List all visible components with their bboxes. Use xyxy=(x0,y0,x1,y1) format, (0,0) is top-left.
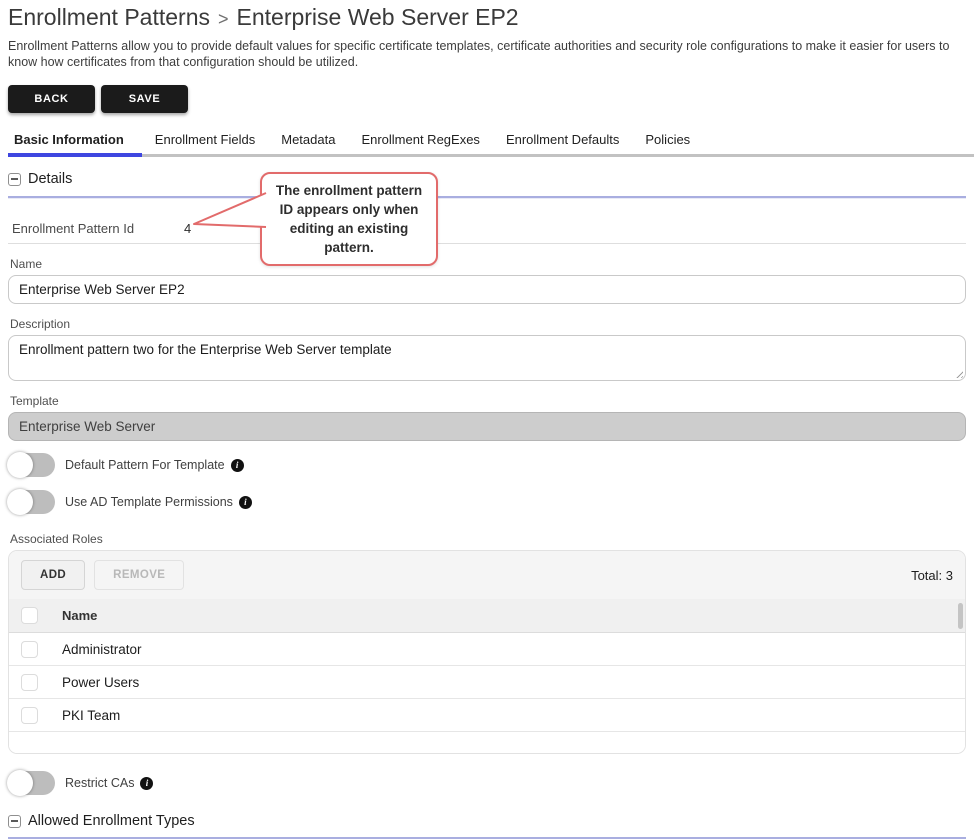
associated-roles-label: Associated Roles xyxy=(8,532,966,546)
default-pattern-toggle-row: Default Pattern For Template i xyxy=(8,452,966,478)
section-divider xyxy=(8,196,966,198)
save-button[interactable]: SAVE xyxy=(101,85,188,113)
tab-enrollment-defaults[interactable]: Enrollment Defaults xyxy=(493,124,632,157)
default-pattern-toggle[interactable] xyxy=(8,453,55,477)
associated-roles-table: ADD REMOVE Total: 3 Name Administrator P… xyxy=(8,550,966,754)
description-field-group: Description Enrollment pattern two for t… xyxy=(8,317,966,381)
role-name: Power Users xyxy=(62,675,139,690)
template-field-label: Template xyxy=(8,394,966,408)
breadcrumb-parent[interactable]: Enrollment Patterns xyxy=(8,4,210,31)
tab-enrollment-regexes[interactable]: Enrollment RegExes xyxy=(348,124,493,157)
tab-enrollment-fields[interactable]: Enrollment Fields xyxy=(142,124,268,157)
details-section: Details Enrollment Pattern Id 4 The enro… xyxy=(8,171,966,244)
details-section-header[interactable]: Details xyxy=(8,171,966,187)
breadcrumb-current: Enterprise Web Server EP2 xyxy=(237,4,519,31)
table-row[interactable]: Administrator xyxy=(9,633,965,666)
toggle-knob xyxy=(7,489,33,515)
back-button[interactable]: BACK xyxy=(8,85,95,113)
row-checkbox[interactable] xyxy=(21,641,38,658)
enrollment-types-section-title: Allowed Enrollment Types xyxy=(28,813,195,829)
collapse-minus-icon[interactable] xyxy=(8,173,21,186)
tab-bar: Basic Information Enrollment Fields Meta… xyxy=(8,125,966,157)
row-checkbox[interactable] xyxy=(21,674,38,691)
table-row[interactable]: PKI Team xyxy=(9,699,965,732)
info-icon[interactable]: i xyxy=(231,459,244,472)
add-role-button[interactable]: ADD xyxy=(21,560,85,590)
role-name: PKI Team xyxy=(62,708,120,723)
ad-permissions-toggle-row: Use AD Template Permissions i xyxy=(8,489,966,515)
info-icon[interactable]: i xyxy=(140,777,153,790)
role-name: Administrator xyxy=(62,642,142,657)
tab-policies[interactable]: Policies xyxy=(632,124,703,157)
tab-basic-information[interactable]: Basic Information xyxy=(8,124,142,157)
enrollment-types-section-header[interactable]: Allowed Enrollment Types xyxy=(8,813,966,829)
pattern-id-label: Enrollment Pattern Id xyxy=(8,221,184,236)
ad-permissions-toggle-label: Use AD Template Permissions i xyxy=(65,495,252,509)
restrict-cas-toggle-row: Restrict CAs i xyxy=(8,770,966,796)
page-title: Enrollment Patterns > Enterprise Web Ser… xyxy=(8,4,966,31)
table-row[interactable]: Power Users xyxy=(9,666,965,699)
breadcrumb-separator-icon: > xyxy=(218,9,229,30)
column-header-name: Name xyxy=(62,608,97,623)
row-checkbox[interactable] xyxy=(21,707,38,724)
page-description: Enrollment Patterns allow you to provide… xyxy=(8,38,966,70)
annotation-callout-pointer-icon xyxy=(186,187,268,235)
name-input[interactable] xyxy=(8,275,966,304)
collapse-minus-icon[interactable] xyxy=(8,815,21,828)
pattern-id-row: Enrollment Pattern Id 4 xyxy=(8,213,966,244)
roles-table-footer xyxy=(9,732,965,753)
tab-metadata[interactable]: Metadata xyxy=(268,124,348,157)
info-icon[interactable]: i xyxy=(239,496,252,509)
roles-toolbar: ADD REMOVE Total: 3 xyxy=(9,551,965,599)
description-textarea[interactable]: Enrollment pattern two for the Enterpris… xyxy=(8,335,966,381)
template-input xyxy=(8,412,966,441)
roles-table-header: Name xyxy=(9,599,965,633)
default-pattern-toggle-label: Default Pattern For Template i xyxy=(65,458,244,472)
page-container: Enrollment Patterns > Enterprise Web Ser… xyxy=(0,4,974,839)
ad-permissions-toggle[interactable] xyxy=(8,490,55,514)
toggle-knob xyxy=(7,770,33,796)
toggle-knob xyxy=(7,452,33,478)
name-field-label: Name xyxy=(8,257,966,271)
annotation-callout: The enrollment pattern ID appears only w… xyxy=(260,172,438,266)
description-field-label: Description xyxy=(8,317,966,331)
restrict-cas-toggle-label: Restrict CAs i xyxy=(65,776,153,790)
action-bar: BACK SAVE xyxy=(8,85,966,113)
template-field-group: Template xyxy=(8,394,966,441)
details-section-title: Details xyxy=(28,171,72,187)
remove-role-button: REMOVE xyxy=(94,560,184,590)
name-field-group: Name xyxy=(8,257,966,304)
roles-total-count: Total: 3 xyxy=(911,568,953,583)
restrict-cas-toggle[interactable] xyxy=(8,771,55,795)
select-all-checkbox[interactable] xyxy=(21,607,38,624)
scrollbar-thumb[interactable] xyxy=(958,603,963,629)
